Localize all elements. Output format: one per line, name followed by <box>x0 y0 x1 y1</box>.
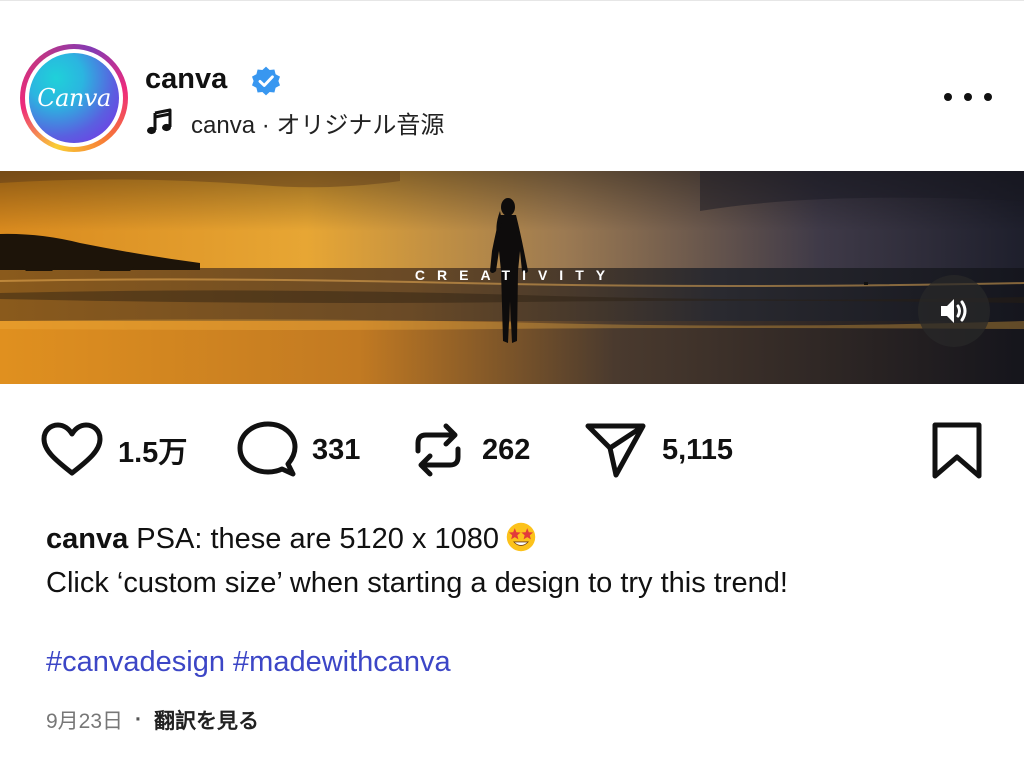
caption-username[interactable]: canva <box>46 523 128 555</box>
hashtags: #canvadesign #madewithcanva <box>46 646 451 679</box>
like-count: 1.5万 <box>118 437 188 469</box>
post-card: Canva canva canva · オリジナル音源 CREATIVITY 1… <box>0 0 1024 778</box>
send-icon <box>585 423 646 478</box>
meta-separator: · <box>135 708 143 731</box>
comment-button[interactable]: 331 <box>236 419 360 481</box>
avatar-logo-text: Canva <box>37 84 111 112</box>
audio-link[interactable]: canva · オリジナル音源 <box>145 107 445 139</box>
repost-count: 262 <box>482 433 531 466</box>
post-video[interactable]: CREATIVITY <box>0 171 1024 384</box>
share-count: 5,115 <box>662 433 733 466</box>
caption-line-2: Click ‘custom size’ when starting a desi… <box>46 567 788 599</box>
more-dot <box>984 93 992 101</box>
like-button[interactable]: 1.5万 <box>40 419 187 481</box>
caption-text: PSA: these are 5120 x 1080 <box>136 523 500 555</box>
avatar-ring-gap: Canva <box>25 49 123 147</box>
username[interactable]: canva <box>145 63 227 96</box>
repost-icon <box>415 423 461 477</box>
star-struck-emoji-icon <box>506 522 536 552</box>
banner-overlay-text: CREATIVITY <box>414 267 618 283</box>
heart-icon <box>41 422 103 476</box>
sound-toggle-button[interactable] <box>918 275 990 347</box>
post-meta: 9月23日 · 翻訳を見る <box>46 705 259 735</box>
more-options-icon[interactable] <box>944 87 992 107</box>
share-button[interactable]: 5,115 <box>584 419 733 481</box>
translate-link[interactable]: 翻訳を見る <box>154 705 259 735</box>
hashtag-canvadesign[interactable]: #canvadesign <box>46 646 225 678</box>
comment-bubble-icon <box>237 421 298 477</box>
post-date: 9月23日 <box>46 710 124 733</box>
audio-label: canva · オリジナル音源 <box>191 111 445 139</box>
avatar-story-ring[interactable]: Canva <box>20 44 128 152</box>
verified-badge-icon <box>252 66 280 96</box>
music-note-icon <box>147 108 172 135</box>
action-bar: 1.5万 331 262 5,115 <box>40 419 990 481</box>
more-dot <box>964 93 972 101</box>
caption-line-1: canva PSA: these are 5120 x 1080 <box>46 517 996 561</box>
bookmark-icon[interactable] <box>929 421 985 481</box>
post-caption: canva PSA: these are 5120 x 1080 Click ‘… <box>46 517 996 605</box>
more-dot <box>944 93 952 101</box>
comment-count: 331 <box>312 433 361 466</box>
speaker-on-icon <box>941 299 967 323</box>
repost-button[interactable]: 262 <box>408 419 530 481</box>
hashtag-madewithcanva[interactable]: #madewithcanva <box>233 646 451 678</box>
avatar[interactable]: Canva <box>29 53 119 143</box>
